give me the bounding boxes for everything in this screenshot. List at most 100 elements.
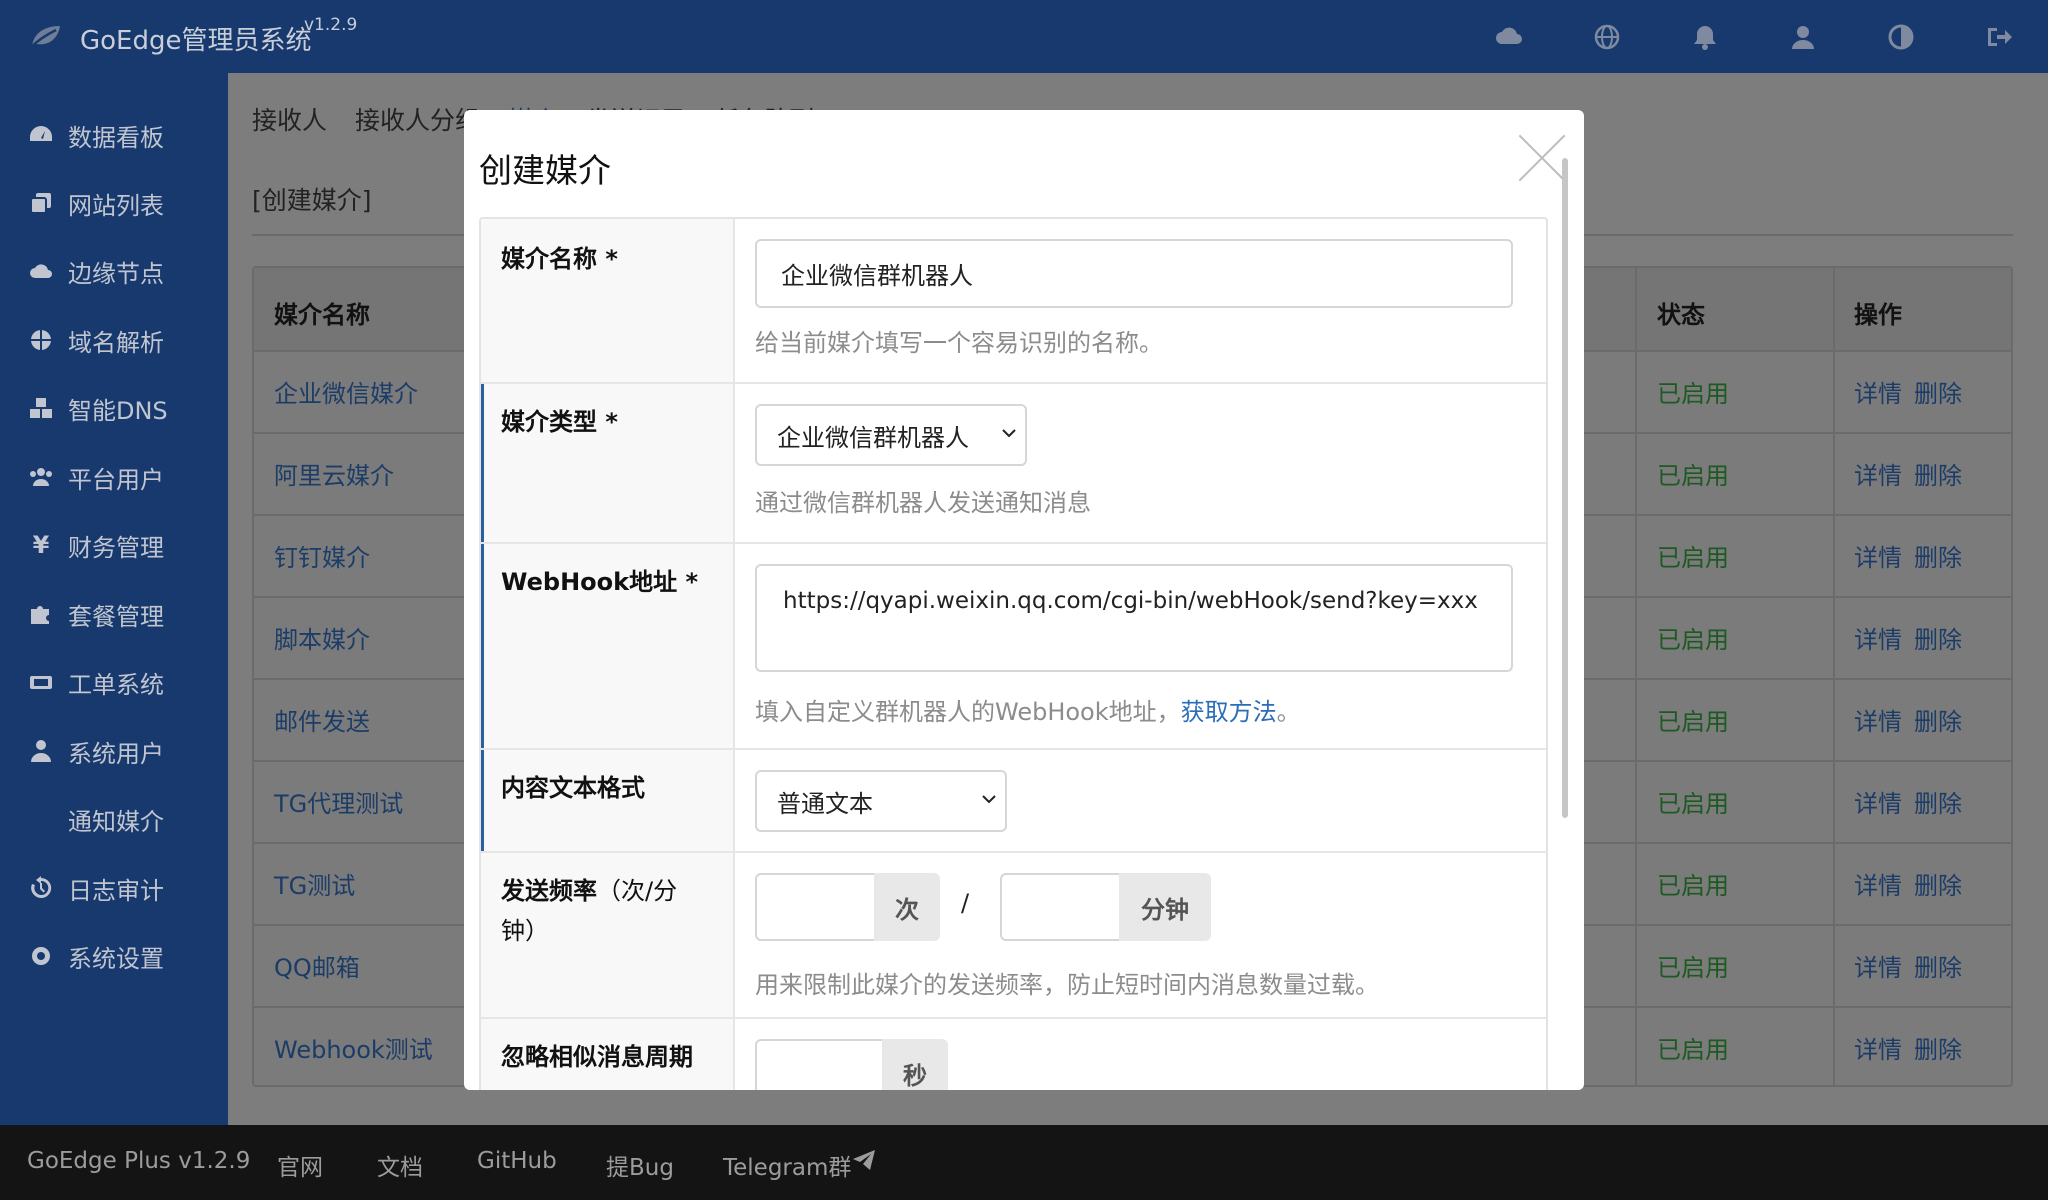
delete-link[interactable]: 删除 <box>1914 620 1962 655</box>
media-name-link[interactable]: 脚本媒介 <box>274 620 370 655</box>
media-name-link[interactable]: 邮件发送 <box>274 702 370 737</box>
detail-link[interactable]: 详情 <box>1854 1030 1902 1065</box>
media-name-input[interactable]: 企业微信群机器人 <box>755 239 1513 308</box>
field-label-cell: 忽略相似消息周期 <box>481 1019 735 1090</box>
status-text: 已启用 <box>1657 954 1729 982</box>
sidebar-item-label: 平台用户 <box>68 465 164 494</box>
sidebar: 数据看板 网站列表 边缘节点 域名解析 智能DNS 平台用户 ¥ 财务管理 套餐… <box>0 73 228 1125</box>
status-text: 已启用 <box>1657 790 1729 818</box>
dialog-scrollbar[interactable] <box>1562 158 1568 818</box>
detail-link[interactable]: 详情 <box>1854 866 1902 901</box>
delete-link[interactable]: 删除 <box>1914 948 1962 983</box>
detail-link[interactable]: 详情 <box>1854 784 1902 819</box>
content-format-value: 普通文本 <box>777 789 873 818</box>
logout-icon[interactable] <box>1950 0 2048 73</box>
sidebar-item-label: 网站列表 <box>68 191 164 220</box>
tab-receiver-groups[interactable]: 接收人分组 <box>355 101 480 137</box>
detail-link[interactable]: 详情 <box>1854 456 1902 491</box>
sidebar-item-settings[interactable]: 系统设置 <box>0 926 228 986</box>
history-icon <box>27 874 55 902</box>
media-name-hint: 给当前媒介填写一个容易识别的名称。 <box>755 329 1163 357</box>
footer-link-website[interactable]: 官网 <box>277 1148 323 1182</box>
create-media-link[interactable]: [创建媒介] <box>252 181 372 217</box>
sidebar-item-dashboard[interactable]: 数据看板 <box>0 105 228 165</box>
delete-link[interactable]: 删除 <box>1914 702 1962 737</box>
media-name-link[interactable]: 阿里云媒介 <box>274 456 394 491</box>
bell-icon[interactable] <box>1656 0 1754 73</box>
delete-link[interactable]: 删除 <box>1914 866 1962 901</box>
delete-link[interactable]: 删除 <box>1914 1030 1962 1065</box>
media-name-link[interactable]: TG测试 <box>274 866 355 901</box>
sidebar-item-nodes[interactable]: 边缘节点 <box>0 241 228 301</box>
rate-minutes-input[interactable] <box>1000 873 1120 941</box>
detail-link[interactable]: 详情 <box>1854 538 1902 573</box>
sidebar-item-smart-dns[interactable]: 智能DNS <box>0 378 228 438</box>
sidebar-item-label: 通知媒介 <box>68 807 164 836</box>
rate-count-unit: 次 <box>874 873 940 941</box>
paper-plane-icon <box>853 1150 875 1170</box>
form-row-rate: 发送频率（次/分钟） 次 / 分钟 用来限制此媒介的发送频率，防止短时间内消息数… <box>481 853 1546 1019</box>
close-icon[interactable] <box>1517 134 1567 184</box>
footer-link-docs[interactable]: 文档 <box>377 1148 423 1182</box>
app-title: GoEdge管理员系统 <box>80 26 312 56</box>
status-text: 已启用 <box>1657 462 1729 490</box>
sidebar-item-tickets[interactable]: 工单系统 <box>0 652 228 712</box>
field-label: WebHook地址 <box>501 568 678 596</box>
contrast-icon[interactable] <box>1852 0 1950 73</box>
create-media-form: 媒介名称 * 企业微信群机器人 给当前媒介填写一个容易识别的名称。 媒介类型 *… <box>479 217 1548 1090</box>
footer-link-telegram[interactable]: Telegram群 <box>723 1148 851 1182</box>
footer: GoEdge Plus v1.2.9 官网 文档 GitHub 提Bug Tel… <box>0 1125 2048 1200</box>
sidebar-item-sites[interactable]: 网站列表 <box>0 173 228 233</box>
rate-count-input[interactable] <box>755 873 875 941</box>
sidebar-item-label: 套餐管理 <box>68 602 164 631</box>
delete-link[interactable]: 删除 <box>1914 374 1962 409</box>
footer-link-report-bug[interactable]: 提Bug <box>606 1148 674 1182</box>
ignore-period-input[interactable] <box>755 1039 883 1090</box>
media-type-select[interactable]: 企业微信群机器人 <box>755 404 1027 466</box>
detail-link[interactable]: 详情 <box>1854 374 1902 409</box>
how-to-get-link[interactable]: 获取方法 <box>1181 698 1277 726</box>
detail-link[interactable]: 详情 <box>1854 948 1902 983</box>
field-label: 媒介名称 <box>501 245 597 273</box>
tab-receivers[interactable]: 接收人 <box>252 101 327 137</box>
cloud-icon[interactable] <box>1460 0 1558 73</box>
stack-icon <box>27 189 55 217</box>
sidebar-item-finance[interactable]: ¥ 财务管理 <box>0 515 228 575</box>
form-row-format: 内容文本格式 普通文本 <box>481 750 1546 853</box>
detail-link[interactable]: 详情 <box>1854 620 1902 655</box>
cubes-icon <box>27 394 55 422</box>
sidebar-item-platform-users[interactable]: 平台用户 <box>0 447 228 507</box>
media-type-hint: 通过微信群机器人发送通知消息 <box>755 489 1091 517</box>
app-version: v1.2.9 <box>304 15 358 35</box>
field-label: 发送频率 <box>501 877 597 905</box>
delete-link[interactable]: 删除 <box>1914 538 1962 573</box>
webhook-url-textarea[interactable]: https://qyapi.weixin.qq.com/cgi-bin/webH… <box>755 564 1513 672</box>
sidebar-item-notify-media[interactable]: 通知媒介 <box>0 789 228 849</box>
sidebar-item-system-users[interactable]: 系统用户 <box>0 721 228 781</box>
sidebar-item-plans[interactable]: 套餐管理 <box>0 584 228 644</box>
required-mark: * <box>605 408 618 436</box>
media-name-link[interactable]: QQ邮箱 <box>274 948 360 983</box>
status-text: 已启用 <box>1657 544 1729 572</box>
media-name-link[interactable]: TG代理测试 <box>274 784 403 819</box>
rate-separator: / <box>961 889 970 917</box>
field-label-cell: WebHook地址 * <box>481 544 735 748</box>
globe-icon[interactable] <box>1558 0 1656 73</box>
user-icon[interactable] <box>1754 0 1852 73</box>
rate-minute-unit: 分钟 <box>1119 873 1211 941</box>
form-row-name: 媒介名称 * 企业微信群机器人 给当前媒介填写一个容易识别的名称。 <box>481 219 1546 384</box>
delete-link[interactable]: 删除 <box>1914 784 1962 819</box>
media-name-link[interactable]: Webhook测试 <box>274 1030 433 1065</box>
create-media-dialog: 创建媒介 媒介名称 * 企业微信群机器人 给当前媒介填写一个容易识别的名称。 媒… <box>464 110 1584 1090</box>
delete-link[interactable]: 删除 <box>1914 456 1962 491</box>
required-mark: * <box>685 568 699 596</box>
content-format-select[interactable]: 普通文本 <box>755 770 1007 832</box>
footer-link-github[interactable]: GitHub <box>477 1148 557 1174</box>
media-name-link[interactable]: 钉钉媒介 <box>274 538 370 573</box>
media-name-link[interactable]: 企业微信媒介 <box>274 374 418 409</box>
detail-link[interactable]: 详情 <box>1854 702 1902 737</box>
puzzle-icon <box>27 600 55 628</box>
status-text: 已启用 <box>1657 1036 1729 1064</box>
sidebar-item-dns[interactable]: 域名解析 <box>0 310 228 370</box>
sidebar-item-audit-log[interactable]: 日志审计 <box>0 858 228 918</box>
